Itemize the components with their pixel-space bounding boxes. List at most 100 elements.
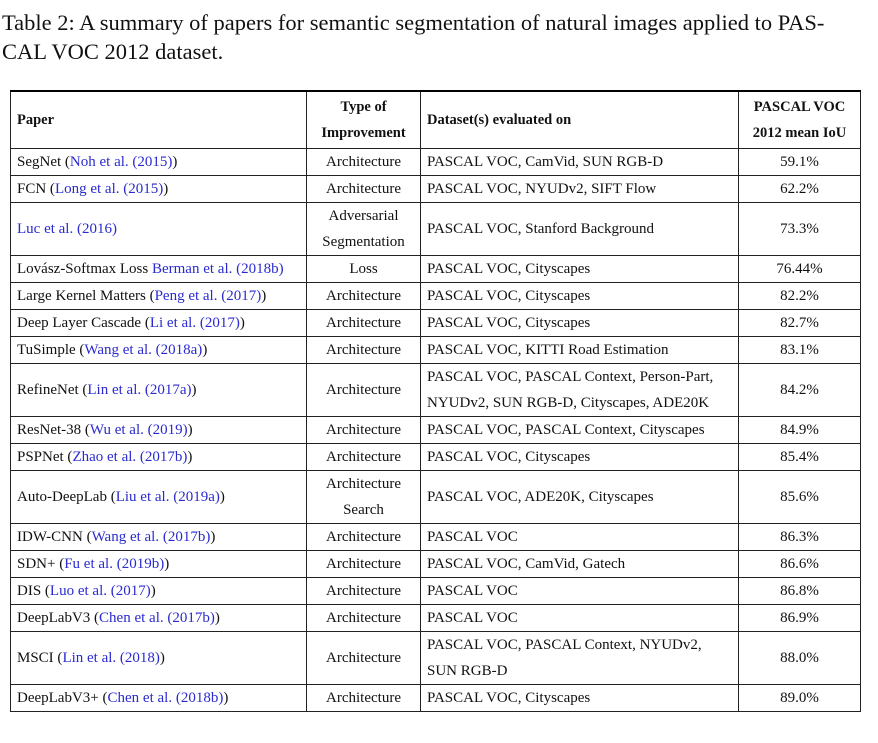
cell-paper: Luc et al. (2016) [10,202,307,256]
table-row: SegNet (Noh et al. (2015)) Architecture PA… [10,148,861,176]
table-row: Large Kernel Matters (Peng et al. (2017)… [10,282,861,310]
dataset-line-1: PASCAL VOC, CamVid, Gatech [427,556,626,572]
dataset-line-1: PASCAL VOC, Cityscapes [427,449,591,465]
cell-paper: DIS (Luo et al. (2017)) [10,577,307,605]
paper-citation-link[interactable]: Wang et al. (2017b) [92,529,211,545]
type-line-1: Architecture [326,342,401,358]
table-row: IDW-CNN (Wang et al. (2017b)) Architectur… [10,523,861,551]
paper-citation-link[interactable]: Berman et al. (2018b) [152,261,284,277]
table-row: FCN (Long et al. (2015)) Architecture PASC… [10,175,861,203]
paper-name-tail: ) [219,489,225,505]
paper-name-tail: ) [164,556,170,572]
paper-citation-link[interactable]: Liu et al. (2019a) [116,489,220,505]
cell-type: Architecture [306,443,421,471]
paper-name: TuSimple ( [17,342,85,358]
cell-iou: 59.1% [738,148,861,176]
table-body: SegNet (Noh et al. (2015)) Architecture PA… [10,148,861,712]
paper-name-tail: ) [261,288,267,304]
cell-dataset: PASCAL VOC, Stanford Background [420,202,739,256]
paper-citation-link[interactable]: Lin et al. (2018) [62,650,159,666]
paper-name-tail: ) [223,690,229,706]
table-header: Paper Type of Improvement Dataset(s) eva… [10,90,861,149]
paper-name: SDN+ ( [17,556,65,572]
type-line-1: Architecture [326,583,401,599]
cell-iou: 84.9% [738,416,861,444]
dataset-line-1: PASCAL VOC, CamVid, SUN RGB-D [427,154,664,170]
dataset-line-1: PASCAL VOC, Stanford Background [427,221,654,237]
paper-citation-link[interactable]: Lin et al. (2017a) [87,382,191,398]
cell-paper: MSCI (Lin et al. (2018)) [10,631,307,685]
cell-type: Architecture [306,336,421,364]
cell-type: Architecture Search [306,470,421,524]
paper-name-tail: ) [187,422,193,438]
type-line-2: Search [343,502,384,518]
cell-paper: Auto-DeepLab (Liu et al. (2019a)) [10,470,307,524]
paper-citation-link[interactable]: Luc et al. (2016) [17,221,117,237]
paper-citation-link[interactable]: Chen et al. (2018b) [108,690,224,706]
paper-name: PSPNet ( [17,449,73,465]
paper-name-tail: ) [191,382,197,398]
cell-paper: ResNet-38 (Wu et al. (2019)) [10,416,307,444]
dataset-line-1: PASCAL VOC [427,529,518,545]
type-line-1: Architecture [326,476,401,492]
dataset-line-2: SUN RGB-D [427,663,508,679]
paper-citation-link[interactable]: Fu et al. (2019b) [64,556,164,572]
cell-dataset: PASCAL VOC [420,604,739,632]
paper-name-tail: ) [187,449,193,465]
cell-iou: 83.1% [738,336,861,364]
table-row: Luc et al. (2016) Adversarial Segmentation… [10,202,861,256]
paper-citation-link[interactable]: Zhao et al. (2017b) [72,449,187,465]
type-line-1: Architecture [326,288,401,304]
cell-type: Architecture [306,148,421,176]
cell-dataset: PASCAL VOC, NYUDv2, SIFT Flow [420,175,739,203]
cell-iou: 62.2% [738,175,861,203]
dataset-line-1: PASCAL VOC, ADE20K, Cityscapes [427,489,654,505]
cell-type: Architecture [306,604,421,632]
cell-paper: Lovász-Softmax Loss Berman et al. (2018b… [10,255,307,283]
cell-paper: FCN (Long et al. (2015)) [10,175,307,203]
cell-type: Architecture [306,523,421,551]
paper-name: SegNet ( [17,154,70,170]
paper-name-tail: ) [202,342,208,358]
paper-name: ResNet-38 ( [17,422,90,438]
dataset-line-2: NYUDv2, SUN RGB-D, Cityscapes, ADE20K [427,395,710,411]
paper-citation-link[interactable]: Li et al. (2017) [150,315,240,331]
table-row: DIS (Luo et al. (2017)) Architecture PASCA… [10,577,861,605]
paper-name: RefineNet ( [17,382,88,398]
header-type-line-2: Improvement [321,125,406,141]
paper-name: DeepLabV3 ( [17,610,100,626]
paper-name: FCN ( [17,181,55,197]
table-row: Deep Layer Cascade (Li et al. (2017)) Arc… [10,309,861,337]
cell-dataset: PASCAL VOC, PASCAL Context, Cityscapes [420,416,739,444]
paper-name: MSCI ( [17,650,63,666]
type-line-1: Architecture [326,315,401,331]
cell-paper: SegNet (Noh et al. (2015)) [10,148,307,176]
cell-type: Architecture [306,550,421,578]
paper-citation-link[interactable]: Noh et al. (2015) [70,154,172,170]
cell-paper: SDN+ (Fu et al. (2019b)) [10,550,307,578]
table-row: PSPNet (Zhao et al. (2017b)) Architecture… [10,443,861,471]
cell-iou: 82.2% [738,282,861,310]
cell-dataset: PASCAL VOC, PASCAL Context, Person-Part,… [420,363,739,417]
paper-citation-link[interactable]: Long et al. (2015) [55,181,163,197]
table-row: Auto-DeepLab (Liu et al. (2019a)) Archite… [10,470,861,524]
dataset-line-1: PASCAL VOC, PASCAL Context, NYUDv2, [427,637,702,653]
dataset-line-1: PASCAL VOC, Cityscapes [427,261,591,277]
cell-paper: Large Kernel Matters (Peng et al. (2017)… [10,282,307,310]
caption-line-2: CAL VOC 2012 dataset. [2,39,224,64]
table-row: TuSimple (Wang et al. (2018a)) Architectu… [10,336,861,364]
paper-citation-link[interactable]: Wu et al. (2019) [90,422,188,438]
header-dataset: Dataset(s) evaluated on [420,90,739,149]
cell-iou: 85.4% [738,443,861,471]
paper-citation-link[interactable]: Chen et al. (2017b) [99,610,215,626]
type-line-1: Architecture [326,650,401,666]
paper-citation-link[interactable]: Peng et al. (2017) [155,288,262,304]
type-line-1: Adversarial [328,208,399,224]
paper-citation-link[interactable]: Wang et al. (2018a) [84,342,202,358]
header-iou-line-1: PASCAL VOC [753,99,846,115]
cell-dataset: PASCAL VOC, PASCAL Context, NYUDv2, SUN R… [420,631,739,685]
dataset-line-1: PASCAL VOC, Cityscapes [427,690,591,706]
header-type-line-1: Type of [340,99,387,115]
paper-citation-link[interactable]: Luo et al. (2017) [50,583,151,599]
cell-paper: Deep Layer Cascade (Li et al. (2017)) [10,309,307,337]
